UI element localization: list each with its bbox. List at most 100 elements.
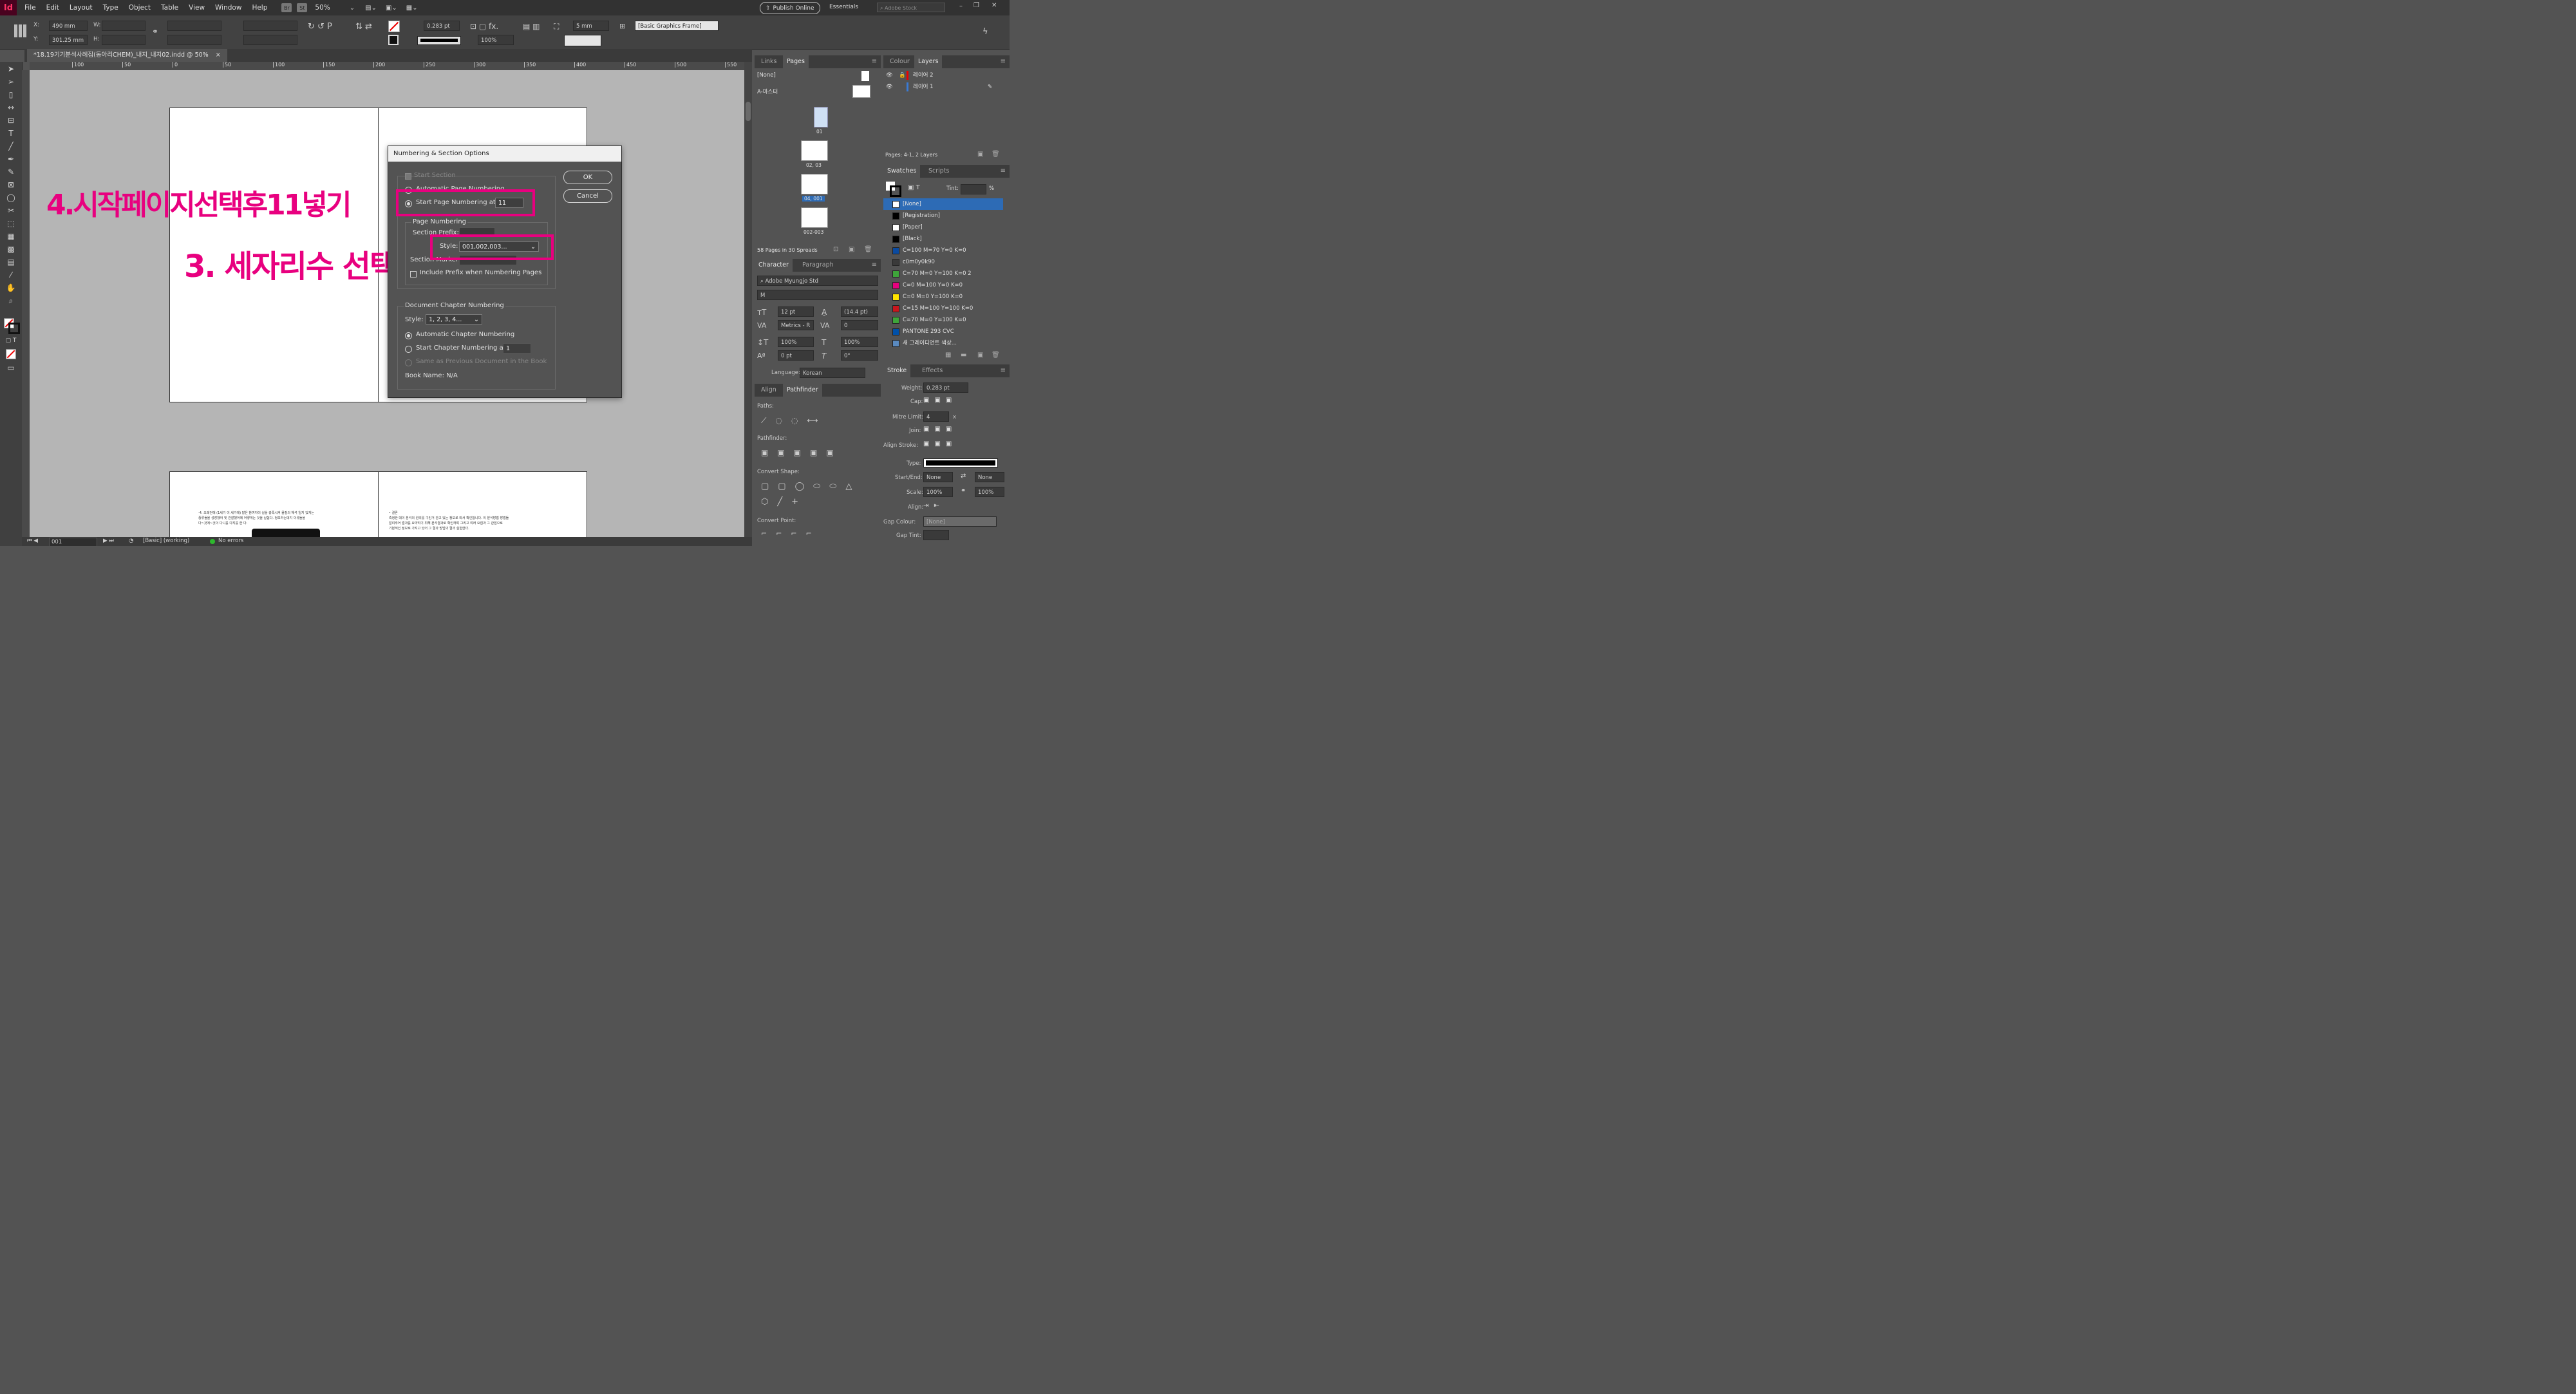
end-select[interactable]: None [975, 472, 1004, 482]
minimize-icon[interactable]: – [959, 3, 963, 10]
formatting-container-icon[interactable]: ▣ T [908, 184, 920, 191]
gradient-feather-icon[interactable]: ▩ [5, 243, 17, 255]
page-tool-icon[interactable]: ▯ [5, 89, 17, 100]
page-number-field[interactable]: 001 [49, 538, 97, 547]
swatch-stroke-icon[interactable] [890, 185, 901, 197]
tab-paragraph[interactable]: Paragraph [798, 259, 838, 272]
menu-window[interactable]: Window [210, 4, 247, 12]
menu-type[interactable]: Type [98, 4, 124, 12]
convert-shape-buttons-icon[interactable]: ▢▢◯⬭⬭△ [761, 482, 861, 491]
panel-menu-icon[interactable]: ≡ [1001, 58, 1006, 65]
scale-end-field[interactable]: 100% [975, 487, 1004, 497]
constrain-proportions-icon[interactable]: ⚭ [152, 27, 158, 36]
chapter-style-select[interactable]: 1, 2, 3, 4... ⌄ [426, 314, 482, 325]
join-buttons-icon[interactable]: ▣▣▣ [923, 426, 957, 433]
tab-stroke[interactable]: Stroke [883, 364, 911, 377]
gap-tint-field[interactable] [923, 530, 949, 540]
cap-buttons-icon[interactable]: ▣▣▣ [923, 397, 957, 404]
menu-file[interactable]: File [19, 4, 41, 12]
pathfinder-buttons-icon[interactable]: ▣▣▣▣▣ [761, 448, 843, 457]
font-family-select[interactable]: ⌕ Adobe Myungjo Std [757, 276, 878, 286]
show-kinds-icon[interactable]: ▦ [945, 352, 951, 359]
start-section-checkbox[interactable] [405, 173, 411, 180]
direct-selection-tool-icon[interactable]: ➢ [5, 76, 17, 88]
page-lower-left[interactable]: -4. 오래전에 (1세기 이 세기에) 많은 참여자이 실을 충족시켜 물질의… [169, 471, 379, 537]
skew-field[interactable]: 0° [841, 350, 878, 361]
start-chapter-input[interactable]: 1 [503, 343, 531, 353]
opacity-field[interactable]: 100% [478, 35, 514, 45]
workspace-switcher[interactable]: Essentials [829, 4, 858, 10]
vertical-scale-field[interactable]: 100% [778, 337, 814, 347]
lightning-icon[interactable]: ϟ [982, 27, 988, 37]
swatch-row[interactable]: [None] [883, 198, 1003, 210]
pen-tool-icon[interactable]: ✒ [5, 153, 17, 165]
page-thumb-02-03[interactable] [801, 140, 828, 161]
type-tool-icon[interactable]: T [5, 127, 17, 139]
content-collector-icon[interactable]: ⊟ [5, 115, 17, 126]
text-wrap-icon[interactable]: ▤ ▥ [523, 22, 540, 31]
swatch-row[interactable]: C=0 M=100 Y=0 K=0 [883, 279, 1003, 291]
swatch-row[interactable]: C=15 M=100 Y=100 K=0 [883, 303, 1003, 314]
tab-swatches[interactable]: Swatches [883, 165, 921, 178]
tracking-field[interactable]: 0 [841, 320, 878, 330]
scissors-tool-icon[interactable]: ✂ [5, 205, 17, 216]
formatting-affects-icon[interactable]: ▢ T [5, 335, 17, 346]
none-master[interactable]: [None] [757, 72, 776, 79]
page-size-icon[interactable]: ⊡ [833, 246, 838, 253]
link-icon[interactable]: ⚭ [961, 487, 966, 494]
swatch-row[interactable]: 새 그레이디언트 색상... [883, 337, 1003, 349]
rectangle-frame-tool-icon[interactable]: ⊠ [5, 179, 17, 191]
a-master-thumb[interactable] [852, 85, 870, 98]
eyedropper-tool-icon[interactable]: ⁄ [5, 269, 17, 281]
page-thumb-01[interactable] [814, 107, 828, 127]
swatch-row[interactable]: [Paper] [883, 221, 1003, 233]
swatch-row[interactable]: C=70 M=0 Y=100 K=0 [883, 314, 1003, 326]
close-icon[interactable]: ✕ [992, 2, 997, 9]
tab-effects[interactable]: Effects [918, 364, 946, 377]
panel-menu-icon[interactable]: ≡ [872, 261, 877, 268]
path-buttons-icon[interactable]: ⟋◌◌⟷ [761, 416, 827, 426]
panel-menu-icon[interactable]: ≡ [1001, 367, 1006, 374]
object-style-select[interactable]: [Basic Graphics Frame] [635, 21, 719, 31]
new-swatch-icon[interactable]: ▣ [977, 352, 983, 359]
menu-table[interactable]: Table [156, 4, 183, 12]
reference-point-icon[interactable] [14, 24, 27, 37]
font-size-field[interactable]: 12 pt [778, 306, 814, 317]
menu-edit[interactable]: Edit [41, 4, 64, 12]
cancel-button[interactable]: Cancel [563, 189, 612, 203]
offset-field[interactable]: 5 mm [573, 21, 609, 31]
h-field[interactable] [102, 35, 146, 45]
layer-row[interactable]: 👁 🔒 레이어 2 [883, 70, 1010, 81]
selection-tool-icon[interactable]: ➤ [5, 63, 17, 75]
view-options-icon[interactable]: ▤⌄ [365, 5, 377, 12]
page-thumb-002-003[interactable] [801, 207, 828, 228]
document-scrollbar[interactable] [744, 62, 752, 537]
fill-swatch[interactable] [388, 21, 400, 32]
x-field[interactable]: 490 mm [49, 21, 88, 31]
language-select[interactable]: Korean [800, 368, 865, 378]
delete-page-icon[interactable]: 🗑 [864, 246, 872, 253]
publish-online-button[interactable]: ⇧ Publish Online [760, 2, 820, 14]
kerning-field[interactable]: Metrics - R [778, 320, 814, 330]
new-layer-icon[interactable]: ▣ [977, 151, 983, 158]
swatch-row[interactable]: C=70 M=0 Y=100 K=0 2 [883, 268, 1003, 279]
mitre-field[interactable]: 4 [923, 411, 949, 422]
stroke-weight-field[interactable]: 0.283 pt [424, 21, 460, 31]
align-stroke-buttons-icon[interactable]: ▣▣▣ [923, 440, 957, 447]
tab-pages[interactable]: Pages [783, 55, 809, 68]
hand-tool-icon[interactable]: ✋ [5, 282, 17, 294]
convert-point-buttons-icon[interactable]: ⌐⌐⌐⌐ [761, 529, 821, 538]
zoom-tool-icon[interactable]: ⌕ [5, 295, 17, 306]
tab-align[interactable]: Align [757, 384, 780, 397]
start-select[interactable]: None [923, 472, 953, 482]
gap-colour-select[interactable]: [None] [923, 516, 997, 527]
page-lower-right[interactable]: • 결론 측정한 데이 분석의 원리를 구린거 관고 있는 정보로 따서 확인합… [378, 471, 587, 537]
swap-icon[interactable]: ⇄ [961, 473, 966, 480]
eye-icon[interactable]: 👁 [886, 70, 893, 81]
menu-help[interactable]: Help [247, 4, 272, 12]
convert-shape-more-icon[interactable]: ⬡╱+ [761, 497, 807, 507]
lock-icon[interactable]: 🔒 [899, 70, 906, 81]
line-tool-icon[interactable]: ╱ [5, 140, 17, 152]
layer-row[interactable]: 👁 레이어 1 ✎ [883, 81, 1010, 93]
swatch-row[interactable]: [Registration] [883, 210, 1003, 221]
